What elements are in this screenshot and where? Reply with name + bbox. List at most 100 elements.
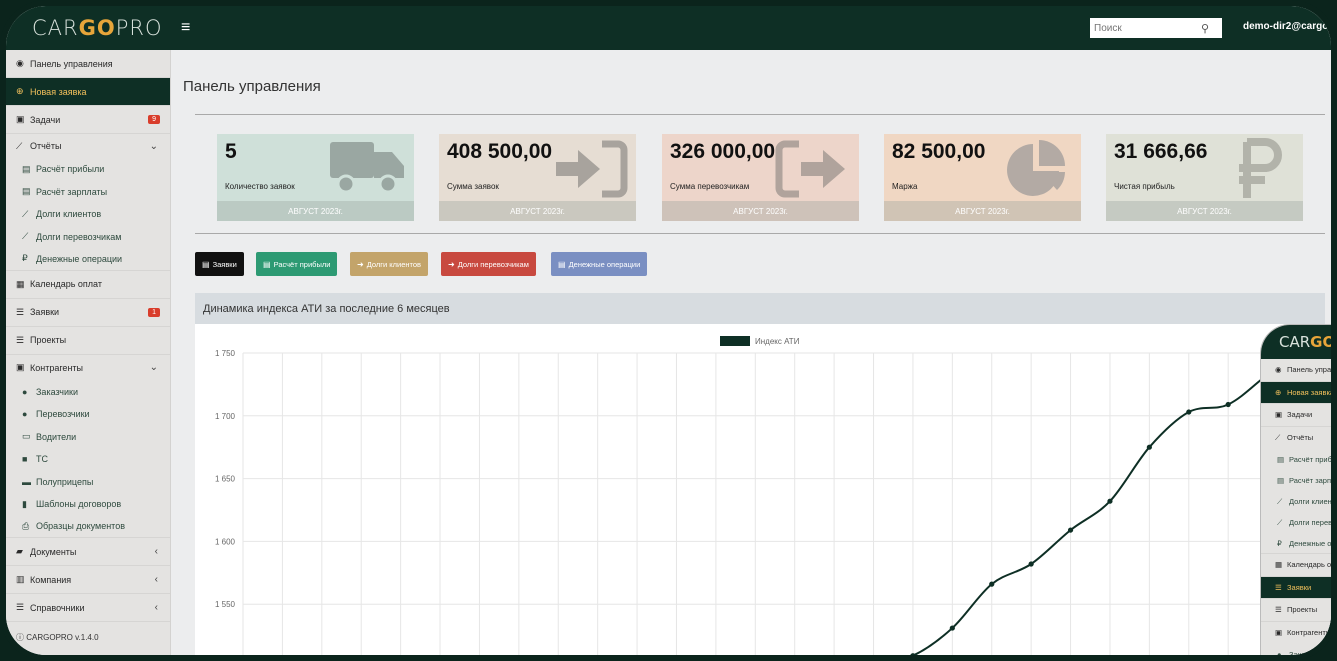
button-label: Денежные операции	[568, 259, 641, 269]
logo[interactable]: CAR GO PRO	[6, 6, 171, 50]
chart-line-icon: ⟋	[16, 140, 23, 151]
bar-chart-icon: ▤	[263, 259, 271, 269]
user-icon: ●	[1277, 650, 1282, 659]
money-ops-button[interactable]: ▤ Денежные операции	[551, 252, 648, 276]
sidebar-item-money-ops[interactable]: ₽ Денежные операции	[6, 248, 170, 271]
address-book-icon: ▣	[1275, 628, 1283, 638]
sidebar-item-profit-calc[interactable]: ▤ Расчёт прибыли	[6, 158, 170, 181]
overlay-item-label: Панель управле	[1287, 365, 1335, 375]
logo-text-right: PRO	[115, 16, 163, 40]
sidebar-item-salary-calc[interactable]: ▤ Расчёт зарплаты	[6, 181, 170, 204]
overlay-item-label: Расчёт прибыли	[1289, 455, 1337, 464]
client-debts-button[interactable]: ➜ Долги клиентов	[350, 252, 429, 276]
overlay-item-label: Контрагенты	[1287, 628, 1332, 638]
version-label: ⓘ CARGOPRO v.1.4.0	[16, 632, 99, 643]
sidebar-item-dashboard[interactable]: ◉ Панель управления	[6, 50, 170, 78]
plus-circle-icon: ⊕	[1275, 387, 1282, 397]
sidebar-item-contract-templates[interactable]: ▮ Шаблоны договоров	[6, 493, 170, 516]
sidebar-item-new-order[interactable]: ⊕ Новая заявка	[6, 78, 170, 106]
search-box: ⚲	[1090, 18, 1222, 38]
sidebar-item-tasks[interactable]: ▣ Задачи 9	[6, 106, 170, 134]
clipboard-icon: ▣	[1275, 410, 1283, 420]
y-tick-label: 1 700	[215, 412, 236, 421]
hamburger-menu-icon[interactable]: ≡	[181, 19, 190, 37]
sidebar-item-label: Панель управления	[30, 58, 113, 69]
list-icon: ☰	[16, 602, 25, 612]
sign-out-icon: ➜	[448, 259, 455, 269]
card-value: 5	[225, 140, 237, 163]
sidebar-item-counterparties[interactable]: ▣ Контрагенты ⌄	[6, 355, 170, 381]
overlay-item-dashboard: ◉ Панель управле	[1261, 359, 1335, 382]
stat-card-carriers-sum[interactable]: 326 000,00 Сумма перевозчикам АВГУСТ 202…	[662, 134, 859, 221]
sidebar-item-drivers[interactable]: ▭ Водители	[6, 426, 170, 449]
bar-chart-icon: ▤	[1277, 476, 1285, 485]
card-period: АВГУСТ 2023г.	[439, 201, 636, 221]
data-point	[1186, 409, 1192, 415]
overlay-item-tasks: ▣ Задачи	[1261, 404, 1331, 427]
sidebar-item-client-debts[interactable]: ⟋ Долги клиентов	[6, 203, 170, 226]
overlay-logo: CAR GO	[1261, 325, 1331, 359]
sidebar-item-label: Заявки	[30, 307, 60, 317]
address-book-icon: ▣	[16, 362, 25, 372]
sidebar-item-reports[interactable]: ⟋ Отчёты ⌄	[6, 134, 170, 158]
clipboard-icon: ▣	[16, 114, 25, 124]
overlay-item-profit-calc: ▤ Расчёт прибыли	[1261, 449, 1337, 470]
chevron-left-icon: ‹	[154, 602, 158, 613]
sidebar-item-company[interactable]: ▥ Компания ‹	[6, 566, 170, 594]
sidebar-item-documents[interactable]: ▰ Документы ‹	[6, 538, 170, 566]
overlay-item-new-order: ⊕ Новая заявка	[1261, 381, 1331, 404]
card-value: 31 666,66	[1114, 140, 1208, 163]
stat-card-margin[interactable]: 82 500,00 Маржа АВГУСТ 2023г.	[884, 134, 1081, 221]
sidebar-item-label: Компания	[30, 574, 72, 585]
overlay-screenshot: CARGO ◉ Панель управле ⊕ Новая заявка ▣ Зад…	[1260, 324, 1337, 659]
list-icon: ☰	[16, 334, 25, 345]
sign-out-icon	[775, 140, 845, 198]
button-label: Расчёт прибыли	[273, 259, 331, 269]
carrier-debts-button[interactable]: ➜ Долги перевозчикам	[441, 252, 536, 276]
sidebar-item-document-samples[interactable]: ⎙ Образцы документов	[6, 516, 170, 538]
legend-label: Индекс АТИ	[755, 337, 800, 346]
sidebar-item-label: Полуприцепы	[36, 476, 94, 487]
orders-button[interactable]: ▤ Заявки	[195, 252, 244, 276]
sidebar-item-carriers[interactable]: ● Перевозчики	[6, 403, 170, 426]
stat-card-net-profit[interactable]: 31 666,66 Чистая прибыль АВГУСТ 2023г.	[1106, 134, 1303, 221]
trailer-icon: ▬	[22, 476, 31, 487]
logo-text-go: GO	[78, 16, 116, 40]
sidebar-item-projects[interactable]: ☰ Проекты	[6, 327, 170, 355]
sidebar-item-label: Расчёт прибыли	[36, 164, 105, 175]
search-icon[interactable]: ⚲	[1194, 22, 1216, 35]
list-icon: ▤	[202, 259, 210, 269]
series-line	[912, 342, 1308, 655]
chart-panel: Динамика индекса АТИ за последние 6 меся…	[195, 293, 1325, 655]
data-point	[1107, 498, 1113, 504]
sidebar-item-customers[interactable]: ● Заказчики	[6, 381, 170, 404]
overlay-item-label: Денежные опер	[1289, 538, 1336, 548]
chart-line-icon: ⟋	[1275, 432, 1281, 442]
tasks-badge: 9	[148, 115, 160, 124]
y-tick-label: 1 550	[215, 600, 236, 609]
chart-title: Динамика индекса АТИ за последние 6 меся…	[195, 293, 1325, 324]
sidebar-item-vehicles[interactable]: ■ ТС	[6, 448, 170, 471]
sidebar-item-label: Задачи	[30, 114, 61, 125]
card-period: АВГУСТ 2023г.	[1106, 201, 1303, 221]
sidebar-item-label: Контрагенты	[30, 362, 84, 373]
stat-card-orders-count[interactable]: 5 Количество заявок АВГУСТ 2023г.	[217, 134, 414, 221]
card-period: АВГУСТ 2023г.	[884, 201, 1081, 221]
logo-text-left: CAR	[32, 16, 79, 40]
sidebar-item-trailers[interactable]: ▬ Полуприцепы	[6, 471, 170, 494]
sidebar-item-payment-calendar[interactable]: ▦ Календарь оплат	[6, 271, 170, 299]
bar-chart-icon: ▤	[558, 259, 566, 269]
overlay-item-orders: ☰ Заявки	[1261, 576, 1331, 599]
card-label: Сумма заявок	[447, 182, 499, 191]
search-input[interactable]	[1090, 19, 1194, 37]
sidebar-item-orders[interactable]: ☰ Заявки 1	[6, 299, 170, 327]
sidebar-item-label: Перевозчики	[36, 409, 90, 420]
profit-calc-button[interactable]: ▤ Расчёт прибыли	[256, 252, 338, 276]
data-point	[989, 581, 995, 587]
user-email[interactable]: demo-dir2@cargopro.su	[1243, 21, 1331, 32]
sidebar-item-carrier-debts[interactable]: ⟋ Долги перевозчикам	[6, 226, 170, 249]
stat-card-orders-sum[interactable]: 408 500,00 Сумма заявок АВГУСТ 2023г.	[439, 134, 636, 221]
overlay-item-money-ops: ₽ Денежные опер	[1261, 533, 1336, 554]
sidebar-item-directories[interactable]: ☰ Справочники ‹	[6, 594, 170, 622]
data-point	[1067, 527, 1074, 533]
